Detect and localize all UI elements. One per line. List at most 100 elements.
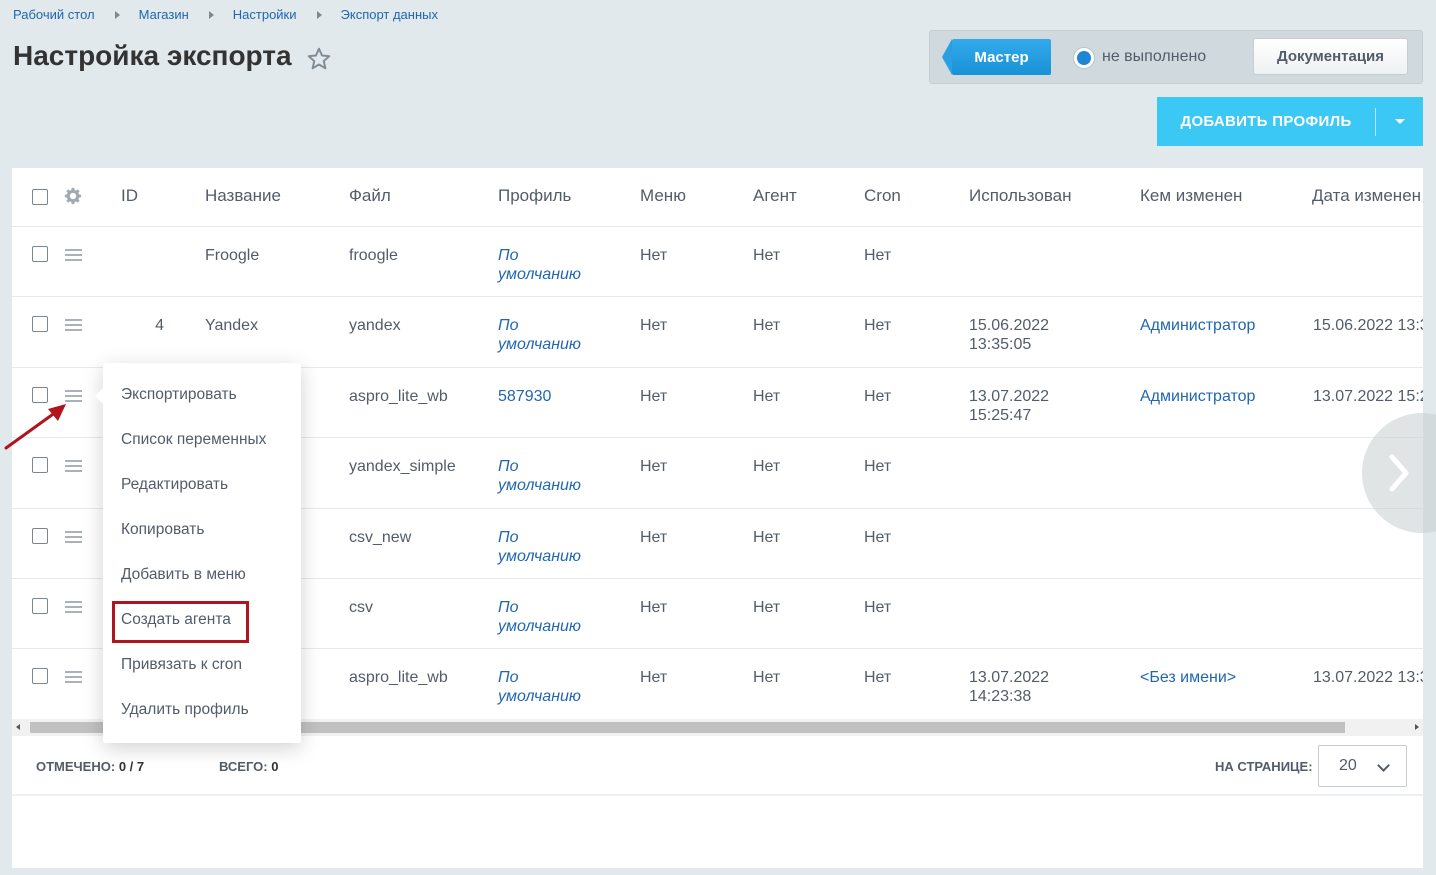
column-header-menu[interactable]: Меню [640, 186, 686, 205]
menu-item-variables[interactable]: Список переменных [121, 431, 266, 449]
row-checkbox[interactable] [32, 598, 48, 614]
cell-agent: Нет [753, 317, 781, 335]
per-page-value: 20 [1339, 757, 1357, 774]
used-date: 13.07.2022 [969, 669, 1050, 687]
column-header-profile[interactable]: Профиль [498, 186, 571, 205]
profile-link-line2: умолчанию [498, 477, 581, 495]
documentation-button[interactable]: Документация [1253, 38, 1408, 75]
cell-profile-link[interactable]: По умолчанию [498, 528, 581, 566]
cell-profile-link[interactable]: По умолчанию [498, 246, 581, 284]
used-date: 15.06.2022 [969, 317, 1050, 335]
cell-id: 4 [155, 317, 164, 335]
selected-counter: ОТМЕЧЕНО: 0 / 7 [36, 759, 144, 774]
cell-file: aspro_lite_wb [349, 669, 448, 687]
menu-icon[interactable] [65, 530, 82, 543]
grid-footer: ОТМЕЧЕНО: 0 / 7 ВСЕГО: 0 НА СТРАНИЦЕ: 20 [12, 736, 1423, 796]
master-button[interactable]: Мастер [942, 39, 1051, 75]
breadcrumb-separator-icon [208, 10, 214, 19]
cell-profile-link[interactable]: По умолчанию [498, 316, 581, 354]
cell-menu: Нет [640, 599, 668, 616]
add-profile-dropdown[interactable] [1376, 119, 1423, 124]
profile-link-line2: умолчанию [498, 688, 581, 706]
profile-link-line2: умолчанию [498, 547, 581, 565]
menu-icon[interactable] [65, 671, 82, 684]
cell-cron: Нет [864, 669, 892, 687]
cell-agent: Нет [753, 458, 781, 476]
menu-icon[interactable] [65, 601, 82, 613]
table-row[interactable]: 4 Yandex yandex По умолчанию Нет Нет Нет 15.06.2… [12, 297, 1423, 368]
row-checkbox[interactable] [32, 316, 48, 333]
add-profile-button[interactable]: ДОБАВИТЬ ПРОФИЛЬ [1157, 97, 1423, 146]
profile-link-line1: 587930 [498, 387, 552, 405]
column-header-changed-by[interactable]: Кем изменен [1140, 186, 1242, 205]
cell-profile-link[interactable]: По умолчанию [498, 598, 581, 636]
cell-cron: Нет [864, 528, 892, 546]
profile-link-line1: По [498, 669, 519, 687]
chevron-down-icon [1377, 759, 1390, 772]
breadcrumb-item-export[interactable]: Экспорт данных [341, 7, 438, 22]
scroll-left-icon[interactable] [16, 724, 20, 730]
caret-down-icon [1394, 119, 1405, 124]
annotation-arrow-icon [4, 404, 66, 450]
menu-item-add-to-menu[interactable]: Добавить в меню [121, 566, 246, 584]
cell-menu: Нет [640, 458, 668, 476]
menu-item-bind-cron[interactable]: Привязать к cron [121, 656, 242, 674]
breadcrumb-item-settings[interactable]: Настройки [233, 7, 297, 22]
profile-link-line2: умолчанию [498, 336, 581, 354]
total-value: 0 [271, 759, 279, 774]
cell-changed-by[interactable]: <Без имени> [1140, 668, 1236, 687]
select-all-checkbox[interactable] [32, 189, 48, 205]
menu-item-edit[interactable]: Редактировать [121, 476, 228, 494]
cell-changed-by[interactable]: Администратор [1140, 387, 1255, 406]
cell-profile-link[interactable]: По умолчанию [498, 668, 581, 706]
cell-menu: Нет [640, 247, 668, 264]
used-time: 14:23:38 [969, 688, 1032, 706]
menu-item-copy[interactable]: Копировать [121, 521, 204, 539]
per-page-select[interactable]: 20 [1318, 745, 1407, 787]
row-checkbox[interactable] [32, 246, 48, 262]
menu-icon[interactable] [65, 249, 82, 261]
row-checkbox[interactable] [32, 457, 48, 474]
gear-icon[interactable] [64, 187, 82, 205]
cell-changed-by[interactable]: Администратор [1140, 316, 1255, 335]
per-page-label: НА СТРАНИЦЕ: [1215, 759, 1313, 774]
breadcrumb-item-desktop[interactable]: Рабочий стол [13, 7, 95, 22]
selected-value: 0 / 7 [118, 759, 145, 774]
star-icon[interactable] [306, 46, 332, 72]
cell-profile-link[interactable]: По умолчанию [498, 457, 581, 495]
profile-link-line1: По [498, 458, 519, 476]
selected-label: ОТМЕЧЕНО: [36, 759, 116, 774]
menu-icon[interactable] [65, 319, 82, 332]
menu-item-delete-profile[interactable]: Удалить профиль [121, 701, 249, 719]
table-row[interactable]: Froogle froogle По умолчанию Нет Нет Нет [12, 227, 1423, 298]
profile-link-line2: умолчанию [498, 618, 581, 635]
column-header-changed-date[interactable]: Дата изменен [1312, 186, 1421, 205]
cell-agent: Нет [753, 669, 781, 687]
row-checkbox[interactable] [32, 668, 48, 685]
scroll-right-icon[interactable] [1415, 724, 1419, 730]
cell-agent: Нет [753, 387, 781, 405]
total-counter: ВСЕГО: 0 [219, 759, 278, 774]
menu-item-create-agent[interactable]: Создать агента [121, 611, 231, 629]
breadcrumb-item-shop[interactable]: Магазин [139, 7, 189, 22]
column-header-agent[interactable]: Агент [753, 186, 797, 205]
used-date: 13.07.2022 [969, 387, 1050, 405]
column-header-name[interactable]: Название [205, 186, 281, 205]
status-radio-icon [1073, 47, 1095, 69]
column-header-file[interactable]: Файл [349, 186, 391, 205]
cell-changed-date: 13.07.2022 13:3 [1313, 669, 1423, 687]
row-context-menu: Экспортировать Список переменных Редакти… [95, 363, 301, 743]
profile-link-line1: По [498, 599, 519, 616]
profile-link-line2: умолчанию [498, 266, 581, 283]
column-header-cron[interactable]: Cron [864, 186, 901, 205]
cell-profile-link[interactable]: 587930 [498, 387, 551, 406]
cell-agent: Нет [753, 599, 781, 616]
used-time: 15:25:47 [969, 406, 1032, 424]
menu-item-export[interactable]: Экспортировать [121, 386, 237, 404]
breadcrumb-separator-icon [316, 10, 322, 19]
column-header-used[interactable]: Использован [969, 186, 1072, 205]
menu-icon[interactable] [65, 460, 82, 473]
cell-menu: Нет [640, 317, 668, 335]
row-checkbox[interactable] [32, 527, 48, 544]
column-header-id[interactable]: ID [121, 186, 138, 205]
